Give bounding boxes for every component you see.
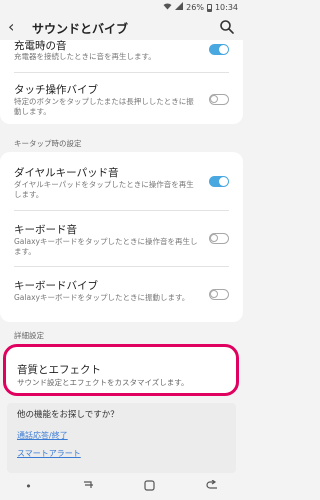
- setting-label: 充電時の音: [14, 40, 67, 52]
- setting-description: Galaxyキーボードをタップしたときに振動します。: [14, 293, 190, 302]
- setting-charging-sound[interactable]: 充電時の音 充電器を接続したときに音を再生します。: [0, 38, 243, 70]
- setting-label: 音質とエフェクト: [17, 364, 101, 376]
- setting-label: キーボード音: [14, 224, 77, 236]
- setting-touch-vibration[interactable]: タッチ操作バイブ 特定のボタンをタップしたまたは長押ししたときに振動します。: [0, 76, 243, 122]
- recents-icon[interactable]: [82, 480, 94, 493]
- link-call-answer-end[interactable]: 通話応答/終了: [17, 430, 68, 441]
- dial-pad-sound-toggle[interactable]: [209, 176, 229, 187]
- back-nav-icon[interactable]: [206, 479, 218, 493]
- setting-dial-pad-sound[interactable]: ダイヤルキーパッド音 ダイヤルキーパッドをタップしたときに操作音を再生します。: [0, 155, 243, 207]
- section-header-keytap: キータップ時の設定: [14, 139, 82, 148]
- keyboard-vibration-toggle[interactable]: [209, 289, 229, 300]
- charging-sound-toggle[interactable]: [209, 44, 229, 55]
- battery-percent: 26%: [186, 3, 204, 12]
- page-title: サウンドとバイブ: [32, 22, 129, 36]
- setting-description: サウンド設定とエフェクトをカスタマイズします。: [17, 378, 189, 387]
- divider: [14, 266, 229, 267]
- link-smart-alert[interactable]: スマートアラート: [17, 448, 81, 459]
- back-arrow-icon[interactable]: ‹: [8, 17, 14, 37]
- search-icon[interactable]: [219, 19, 235, 35]
- setting-description: 充電器を接続したときに音を再生します。: [14, 52, 156, 61]
- setting-keyboard-vibration[interactable]: キーボードバイブ Galaxyキーボードをタップしたときに振動します。: [0, 268, 243, 320]
- setting-keyboard-sound[interactable]: キーボード音 Galaxyキーボードをタップしたときに操作音を再生します。: [0, 212, 243, 264]
- status-bar: 26% 10:34: [0, 0, 243, 14]
- looking-for-more-card: 他の機能をお探しですか？ 通話応答/終了 スマートアラート: [7, 403, 236, 473]
- wifi-icon: [163, 2, 172, 13]
- setting-description: 特定のボタンをタップしたまたは長押ししたときに振動します。: [14, 97, 194, 116]
- section-header-advanced: 詳細設定: [14, 331, 44, 340]
- app-bar: ‹ サウンドとバイブ: [0, 14, 243, 40]
- setting-description: ダイヤルキーパッドをタップしたときに操作音を再生します。: [14, 180, 194, 199]
- setting-label: タッチ操作バイブ: [14, 84, 98, 96]
- system-nav-bar: •: [0, 473, 243, 500]
- divider: [14, 72, 229, 73]
- nav-dot-icon[interactable]: •: [25, 480, 32, 493]
- setting-label: ダイヤルキーパッド音: [14, 167, 119, 179]
- keyboard-sound-toggle[interactable]: [209, 233, 229, 244]
- touch-vibration-toggle[interactable]: [209, 94, 229, 105]
- divider: [14, 210, 229, 211]
- signal-icon: [175, 2, 184, 13]
- setting-description: Galaxyキーボードをタップしたときに操作音を再生します。: [14, 237, 198, 256]
- battery-icon: [206, 3, 212, 12]
- setting-label: キーボードバイブ: [14, 280, 98, 292]
- help-heading: 他の機能をお探しですか？: [17, 410, 119, 420]
- clock: 10:34: [214, 3, 238, 12]
- home-icon[interactable]: [144, 479, 156, 494]
- sound-quality-effects-item[interactable]: 音質とエフェクト サウンド設定とエフェクトをカスタマイズします。: [3, 344, 239, 396]
